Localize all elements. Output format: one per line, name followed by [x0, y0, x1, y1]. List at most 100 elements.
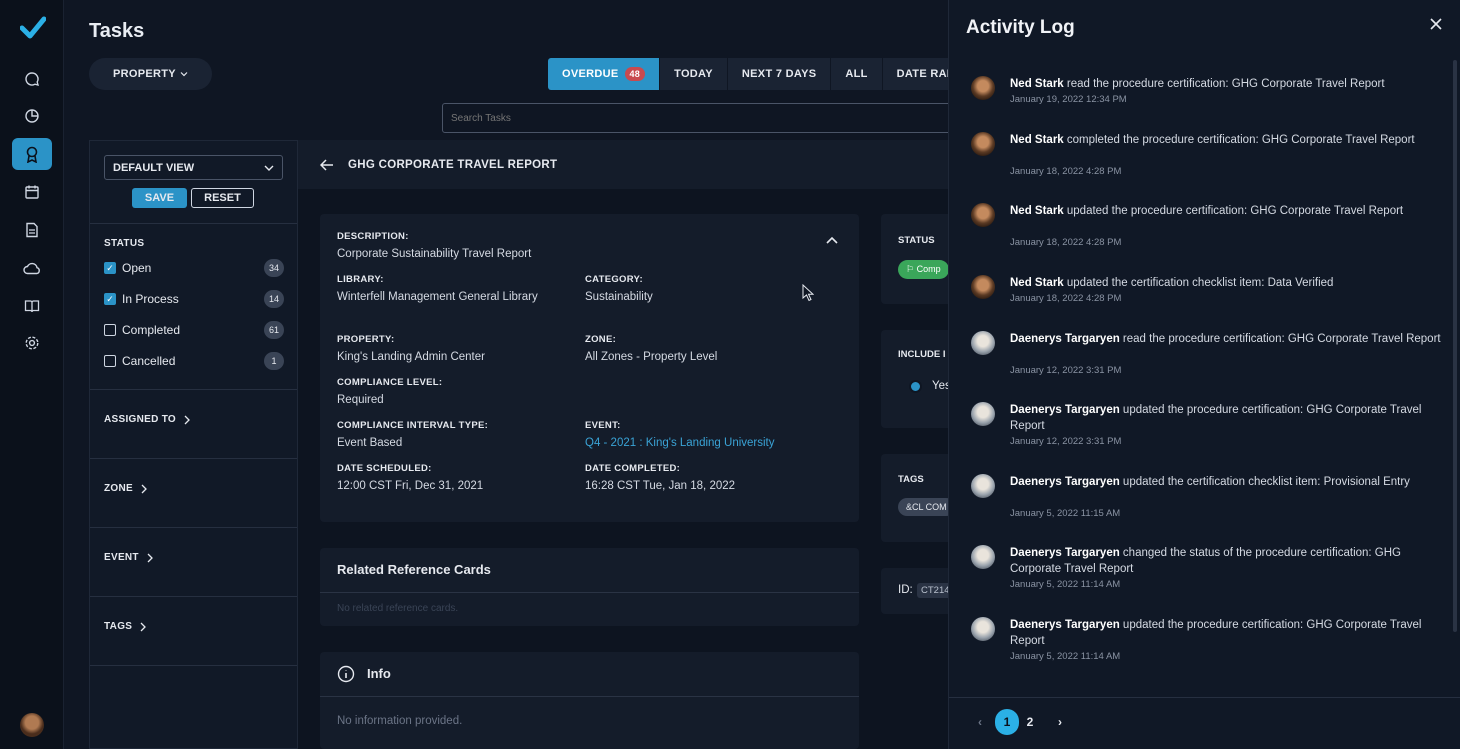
property-dropdown-button[interactable]: PROPERTY [89, 58, 212, 90]
filter-section-zone[interactable]: ZONE [104, 483, 147, 494]
divider [90, 223, 297, 224]
section-label: EVENT [104, 552, 139, 563]
nav-book-icon[interactable] [12, 290, 52, 322]
activity-user: Ned Stark [1010, 205, 1064, 217]
avatar [971, 545, 995, 569]
close-icon[interactable] [1429, 17, 1443, 31]
activity-user: Daenerys Targaryen [1010, 404, 1120, 416]
status-heading: STATUS [104, 238, 145, 249]
info-icon [337, 665, 355, 683]
status-filter-open[interactable]: ✓ Open 34 [104, 259, 284, 277]
activity-time: January 5, 2022 11:14 AM [1010, 579, 1121, 590]
chevron-up-icon[interactable] [826, 236, 838, 244]
page-2-button[interactable]: 2 [1018, 709, 1042, 735]
status-filter-cancelled[interactable]: Cancelled 1 [104, 352, 284, 370]
field-zone: ZONE: All Zones - Property Level [585, 334, 835, 365]
property-label: PROPERTY [113, 68, 176, 80]
avatar [971, 617, 995, 641]
tab-today[interactable]: TODAY [660, 58, 728, 90]
divider [320, 696, 859, 697]
tab-overdue[interactable]: OVERDUE 48 [548, 58, 661, 90]
activity-time: January 5, 2022 11:14 AM [1010, 651, 1121, 662]
checkbox-unchecked-icon[interactable] [104, 324, 116, 336]
field-value: 16:28 CST Tue, Jan 18, 2022 [585, 480, 736, 492]
info-heading: Info [367, 666, 391, 681]
nav-certification-icon[interactable] [12, 138, 52, 170]
activity-action: updated the certification checklist item… [1119, 476, 1410, 488]
status-pill: ⚐ Comp [898, 260, 949, 279]
filter-section-tags[interactable]: TAGS [104, 621, 147, 632]
avatar [971, 474, 995, 498]
checkbox-checked-icon[interactable]: ✓ [104, 293, 116, 305]
radio-selected-icon[interactable] [909, 380, 922, 393]
field-value: Sustainability [585, 291, 653, 303]
chevron-right-icon [184, 415, 190, 424]
next-page-button[interactable]: › [1048, 709, 1072, 735]
tab-all[interactable]: ALL [831, 58, 883, 90]
avatar [971, 275, 995, 299]
activity-user: Daenerys Targaryen [1010, 333, 1120, 345]
section-label: TAGS [104, 621, 133, 632]
user-avatar[interactable] [20, 713, 44, 737]
nav-chat-icon[interactable] [12, 63, 52, 95]
nav-calendar-icon[interactable] [12, 176, 52, 208]
field-label: EVENT: [585, 420, 621, 431]
activity-text: Daenerys Targaryen updated the procedure… [1010, 402, 1445, 434]
status-count-badge: 34 [263, 259, 284, 277]
activity-user: Daenerys Targaryen [1010, 619, 1120, 631]
field-label: DATE COMPLETED: [585, 463, 681, 474]
tab-overdue-label: OVERDUE [562, 68, 619, 80]
field-property: PROPERTY: King's Landing Admin Center [337, 334, 577, 365]
back-arrow-icon[interactable] [320, 158, 334, 171]
id-label: ID: [898, 584, 913, 596]
checkbox-checked-icon[interactable]: ✓ [104, 262, 116, 274]
event-link[interactable]: Q4 - 2021 : King's Landing University [585, 435, 845, 451]
status-filter-in-process[interactable]: ✓ In Process 14 [104, 290, 284, 308]
activity-text: Ned Stark updated the procedure certific… [1010, 203, 1445, 219]
activity-user: Ned Stark [1010, 277, 1064, 289]
view-select[interactable]: DEFAULT VIEW [104, 155, 283, 180]
task-title: GHG CORPORATE TRAVEL REPORT [348, 158, 558, 171]
activity-action: updated the certification checklist item… [1063, 277, 1334, 289]
status-label: STATUS [898, 235, 935, 246]
scrollbar[interactable] [1453, 60, 1457, 632]
page-1-button[interactable]: 1 [995, 709, 1019, 735]
info-card: Info No information provided. [320, 652, 859, 749]
search-tasks-input[interactable] [442, 103, 962, 133]
activity-user: Ned Stark [1010, 78, 1064, 90]
divider [90, 458, 297, 459]
checkbox-unchecked-icon[interactable] [104, 355, 116, 367]
nav-document-icon[interactable] [12, 214, 52, 246]
nav-chart-icon[interactable] [12, 100, 52, 132]
page-title: Tasks [89, 20, 145, 42]
field-value: Required [337, 394, 384, 406]
date-filter-tabs: OVERDUE 48 TODAY NEXT 7 DAYS ALL DATE RAN… [548, 58, 979, 90]
nav-settings-gear-icon[interactable] [12, 327, 52, 359]
task-detail-panel: GHG CORPORATE TRAVEL REPORT DESCRIPTION:… [298, 140, 960, 749]
field-label: PROPERTY: [337, 334, 395, 345]
avatar [971, 402, 995, 426]
activity-text: Ned Stark read the procedure certificati… [1010, 76, 1445, 92]
chevron-right-icon [147, 553, 153, 562]
activity-log-drawer: Activity Log Ned Stark read the procedur… [948, 0, 1460, 749]
field-value: Winterfell Management General Library [337, 291, 538, 303]
status-filter-completed[interactable]: Completed 61 [104, 321, 284, 339]
field-description: DESCRIPTION: Corporate Sustainability Tra… [337, 231, 637, 262]
app-logo-check-icon[interactable] [20, 16, 46, 40]
activity-time: January 19, 2022 12:34 PM [1010, 94, 1127, 105]
reset-view-button[interactable]: RESET [191, 188, 254, 208]
related-heading: Related Reference Cards [337, 562, 491, 577]
tab-next-7-days[interactable]: NEXT 7 DAYS [727, 58, 832, 90]
save-view-button[interactable]: SAVE [132, 188, 187, 208]
filter-section-event[interactable]: EVENT [104, 552, 153, 563]
prev-page-button[interactable]: ‹ [968, 709, 992, 735]
avatar [971, 132, 995, 156]
filter-section-assigned-to[interactable]: ASSIGNED TO [104, 414, 190, 425]
field-value: Corporate Sustainability Travel Report [337, 248, 532, 260]
activity-time: January 18, 2022 4:28 PM [1010, 237, 1122, 248]
tag-chip[interactable]: &CL COM [898, 498, 955, 516]
activity-text: Daenerys Targaryen updated the certifica… [1010, 474, 1445, 490]
nav-cloud-icon[interactable] [12, 252, 52, 284]
include-label: INCLUDE I [898, 349, 946, 360]
avatar [971, 76, 995, 100]
